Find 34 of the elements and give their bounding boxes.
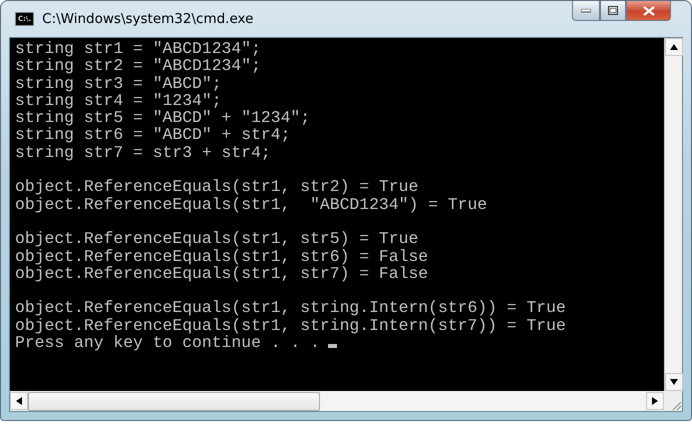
horizontal-scrollbar[interactable] (10, 391, 664, 411)
console-line: string str2 = "ABCD1234"; (15, 56, 261, 76)
scroll-down-button[interactable] (665, 373, 683, 391)
console-line: object.ReferenceEquals(str1, string.Intern(str6)) = True (15, 298, 566, 318)
minimize-icon (581, 8, 591, 12)
console-line: Press any key to continue . . . (15, 333, 320, 352)
console-line: object.ReferenceEquals(str1, str7) = False (15, 264, 428, 283)
scroll-up-button[interactable] (665, 38, 683, 56)
console-line: object.ReferenceEquals(str1, string.Intern(str7)) = True (15, 316, 566, 335)
minimize-button[interactable] (572, 1, 600, 21)
console-line: object.ReferenceEquals(str1, str2) = True (15, 177, 418, 196)
console-line: object.ReferenceEquals(str1, str5) = True (15, 229, 418, 248)
close-button[interactable] (626, 1, 671, 21)
maximize-button[interactable] (600, 1, 626, 21)
arrow-up-icon (670, 44, 678, 50)
vertical-scrollbar[interactable] (664, 38, 682, 391)
console-line: string str1 = "ABCD1234"; (15, 39, 261, 58)
scroll-right-button[interactable] (646, 392, 664, 410)
console-line: object.ReferenceEquals(str1, "ABCD1234") = True (15, 194, 488, 214)
console-line: string str5 = "ABCD" + "1234"; (15, 108, 310, 128)
resize-grip-icon[interactable] (670, 399, 682, 411)
console-line: object.ReferenceEquals(str1, str6) = False (15, 246, 428, 266)
console-line: string str3 = "ABCD"; (15, 74, 222, 93)
console-line: string str4 = "1234"; (15, 90, 222, 110)
console-line: string str6 = "ABCD" + str4; (15, 125, 290, 144)
arrow-left-icon (16, 397, 22, 405)
scroll-thumb[interactable] (28, 392, 320, 410)
maximize-icon (608, 6, 618, 15)
close-icon (642, 6, 654, 16)
console-line: string str7 = str3 + str4; (15, 142, 271, 162)
scroll-left-button[interactable] (10, 392, 28, 410)
arrow-down-icon (670, 379, 678, 385)
window-title: C:\Windows\system32\cmd.exe (42, 11, 254, 27)
arrow-right-icon (652, 397, 658, 405)
